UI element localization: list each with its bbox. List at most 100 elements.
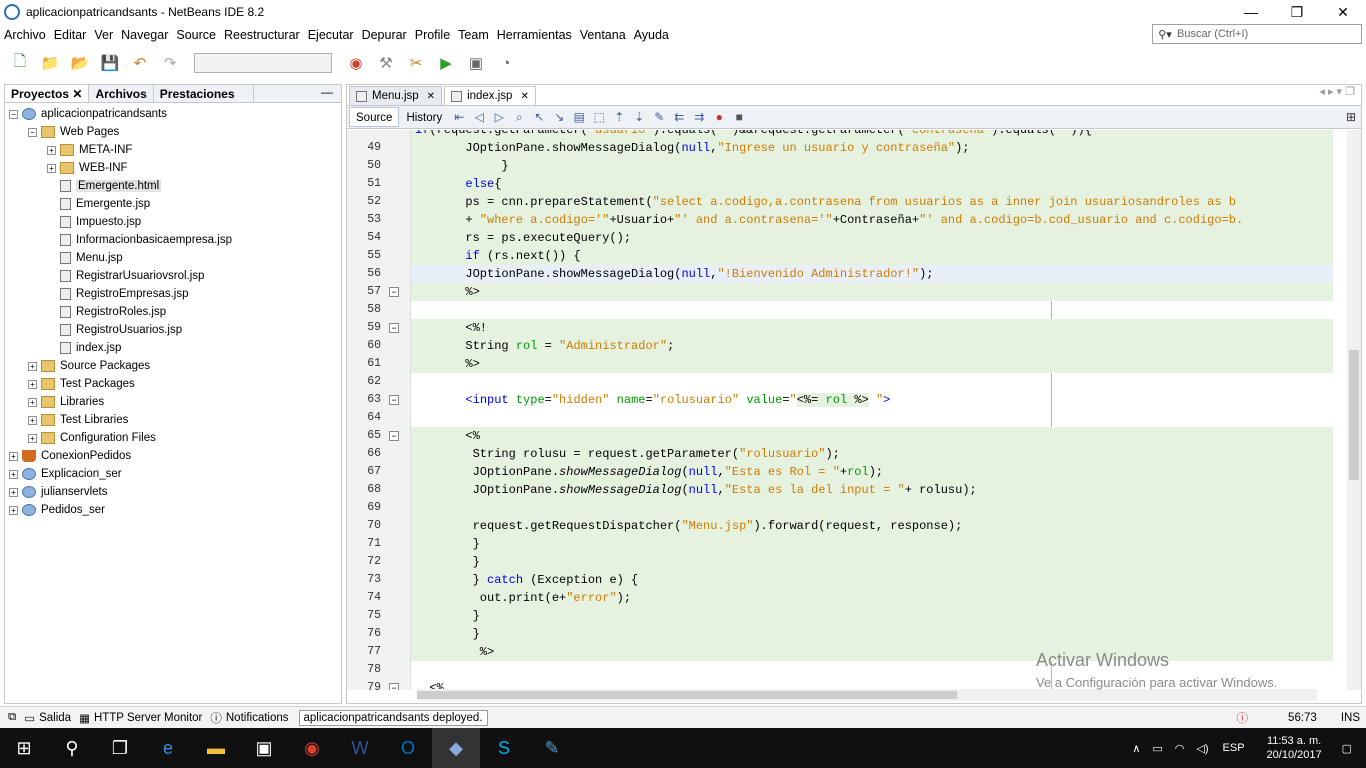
menu-navegar[interactable]: Navegar	[121, 28, 168, 42]
tree-item[interactable]: − aplicacionpatricandsants	[5, 105, 341, 123]
output-button[interactable]: ▭ Salida	[24, 711, 71, 725]
minimize-panel-icon[interactable]: —	[313, 85, 341, 102]
clock[interactable]: 11:53 a. m. 20/10/2017	[1267, 734, 1322, 762]
notifications-button[interactable]: ⓘ Notifications	[210, 710, 288, 726]
undo-icon[interactable]: ↶	[128, 51, 152, 75]
store-icon[interactable]: ▣	[240, 728, 288, 768]
expand-icon[interactable]: +	[28, 397, 37, 407]
action-center-icon[interactable]: ▢	[1342, 742, 1352, 755]
fold-icon[interactable]: −	[389, 287, 399, 297]
tree-item[interactable]: RegistrarUsuariovsrol.jsp	[5, 267, 341, 285]
expand-icon[interactable]: +	[28, 361, 37, 371]
code-line[interactable]: else{	[411, 175, 1333, 193]
task-view-icon[interactable]: ❐	[96, 728, 144, 768]
collapse-icon[interactable]: −	[9, 109, 18, 119]
start-macro-icon[interactable]: ●	[709, 110, 729, 124]
code-line[interactable]: if(request.getParameter("usuario").equal…	[411, 130, 1333, 139]
menu-editar[interactable]: Editar	[54, 28, 87, 42]
close-button[interactable]: ✕	[1320, 0, 1366, 24]
code-line[interactable]: }	[411, 157, 1333, 175]
menu-ayuda[interactable]: Ayuda	[634, 28, 669, 42]
code-line[interactable]: }	[411, 535, 1333, 553]
code-line[interactable]	[411, 373, 1333, 391]
code-line[interactable]: JOptionPane.showMessageDialog(null,"Ingr…	[411, 139, 1333, 157]
tree-item[interactable]: + Explicacion_ser	[5, 465, 341, 483]
fold-icon[interactable]: −	[389, 683, 399, 690]
history-tab[interactable]: History	[399, 107, 449, 127]
code-editor[interactable]: 49 50 51 52 53 54 55 56 57−58 59−60 61 62 63−64 65−66…	[347, 130, 1347, 690]
expand-icon[interactable]: +	[28, 433, 37, 443]
menu-depurar[interactable]: Depurar	[362, 28, 407, 42]
redo-icon[interactable]: ↷	[158, 51, 182, 75]
code-line[interactable]: %>	[411, 355, 1333, 373]
code-line[interactable]: + "where a.codigo='"+Usuario+"' and a.co…	[411, 211, 1333, 229]
collapse-icon[interactable]: −	[28, 127, 37, 137]
tree-item[interactable]: Impuesto.jsp	[5, 213, 341, 231]
save-all-icon[interactable]: 💾	[98, 51, 122, 75]
stop-macro-icon[interactable]: ■	[729, 110, 749, 124]
last-edit-icon[interactable]: ⇤	[449, 110, 469, 124]
rect-select-icon[interactable]: ⬚	[589, 110, 609, 124]
new-project-icon[interactable]: 📁	[38, 51, 62, 75]
prev-bookmark-icon[interactable]: ⇡	[609, 110, 629, 124]
tree-item[interactable]: + Pedidos_ser	[5, 501, 341, 519]
menu-archivo[interactable]: Archivo	[4, 28, 46, 42]
language-indicator[interactable]: ESP	[1223, 742, 1245, 754]
tree-item[interactable]: + Source Packages	[5, 357, 341, 375]
app-icon[interactable]: ✎	[528, 728, 576, 768]
tree-item[interactable]: Menu.jsp	[5, 249, 341, 267]
skype-icon[interactable]: S	[480, 728, 528, 768]
show-hidden-icons-icon[interactable]: ∧	[1132, 742, 1140, 755]
restore-windows-icon[interactable]: ⧉	[8, 711, 16, 724]
code-line[interactable]	[411, 409, 1333, 427]
expand-icon[interactable]: +	[47, 145, 56, 155]
split-editor-icon[interactable]: ⊞	[1341, 110, 1361, 124]
tree-item[interactable]: RegistroRoles.jsp	[5, 303, 341, 321]
code-line[interactable]: <%	[411, 427, 1333, 445]
expand-icon[interactable]: +	[9, 487, 18, 497]
tree-item[interactable]: + ConexionPedidos	[5, 447, 341, 465]
menu-team[interactable]: Team	[458, 28, 489, 42]
expand-icon[interactable]: +	[47, 163, 56, 173]
expand-icon[interactable]: +	[9, 451, 18, 461]
back-icon[interactable]: ◁	[469, 110, 489, 124]
chrome-icon[interactable]: ◉	[288, 728, 336, 768]
expand-icon[interactable]: +	[28, 415, 37, 425]
code-line[interactable]: }	[411, 607, 1333, 625]
fold-icon[interactable]: −	[389, 323, 399, 333]
tree-item[interactable]: Emergente.jsp	[5, 195, 341, 213]
browser-chrome-icon[interactable]: ◉	[344, 51, 368, 75]
tree-item[interactable]: − Web Pages	[5, 123, 341, 141]
tree-item[interactable]: + Configuration Files	[5, 429, 341, 447]
close-icon[interactable]: ✕	[520, 91, 528, 102]
fold-icon[interactable]: −	[389, 431, 399, 441]
tab-proyectos[interactable]: Proyectos ✕	[5, 85, 90, 102]
tree-item[interactable]: RegistroUsuarios.jsp	[5, 321, 341, 339]
tab-nav-arrows[interactable]: ◂ ▸ ▾ ❐	[1319, 85, 1355, 98]
search-icon[interactable]: ⚲	[48, 728, 96, 768]
tree-item[interactable]: RegistroEmpresas.jsp	[5, 285, 341, 303]
profile-icon[interactable]: ◔	[494, 51, 518, 75]
code-line[interactable]: out.print(e+"error");	[411, 589, 1333, 607]
expand-icon[interactable]: +	[9, 469, 18, 479]
code-line[interactable]	[411, 301, 1333, 319]
edge-icon[interactable]: e	[144, 728, 192, 768]
battery-icon[interactable]: ▭	[1152, 742, 1162, 755]
code-line[interactable]: String rol = "Administrador";	[411, 337, 1333, 355]
code-line[interactable]: <%!	[411, 319, 1333, 337]
tree-item[interactable]: + julianservlets	[5, 483, 341, 501]
code-line[interactable]: if (rs.next()) {	[411, 247, 1333, 265]
volume-icon[interactable]: ◁)	[1196, 742, 1208, 755]
clean-build-icon[interactable]: ✂	[404, 51, 428, 75]
tree-item[interactable]: + Test Packages	[5, 375, 341, 393]
horizontal-scroll-thumb[interactable]	[417, 691, 957, 699]
minimize-button[interactable]: —	[1228, 0, 1274, 24]
run-icon[interactable]: ▶	[434, 51, 458, 75]
http-monitor-button[interactable]: ▦ HTTP Server Monitor	[79, 711, 202, 725]
menu-ver[interactable]: Ver	[94, 28, 113, 42]
code-line[interactable]: %>	[411, 283, 1333, 301]
search-box[interactable]: ⚲▾ Buscar (Ctrl+I)	[1152, 24, 1362, 44]
menu-ventana[interactable]: Ventana	[580, 28, 626, 42]
tree-item[interactable]: Emergente.html	[5, 177, 341, 195]
forward-icon[interactable]: ▷	[489, 110, 509, 124]
